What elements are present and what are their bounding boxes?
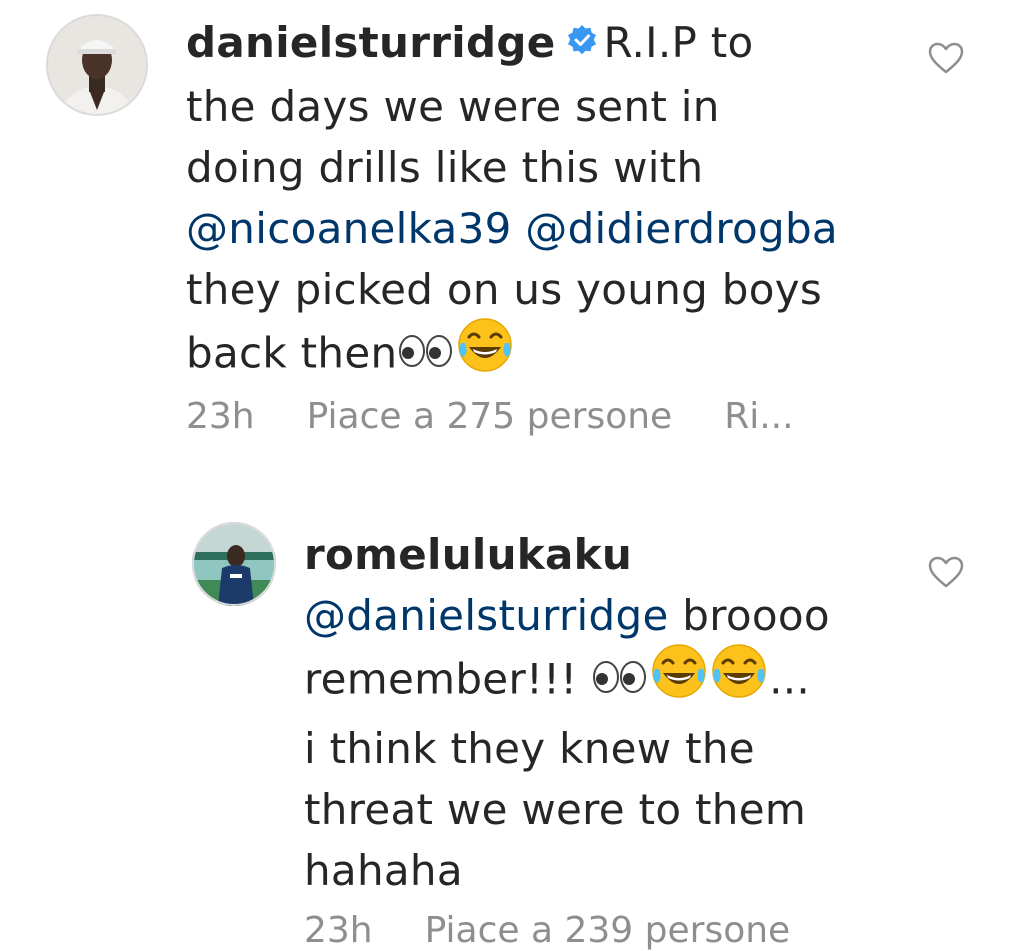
comment-time: 23h: [186, 396, 255, 437]
comment-danielsturridge: danielsturridge R.I.P to the days we were…: [0, 0, 1024, 470]
comment-line-5: they picked on us young boys: [186, 265, 823, 314]
username[interactable]: danielsturridge: [186, 18, 556, 67]
comment-text-segment: ...: [769, 654, 811, 704]
likes-count-link[interactable]: Piace a 275 persone: [307, 396, 673, 437]
eyes-emoji-icon: [397, 323, 455, 384]
comment-text-segment: broooo: [682, 591, 830, 640]
tears-of-joy-emoji-icon: [709, 643, 769, 715]
mention-link[interactable]: @didierdrogba: [525, 204, 838, 253]
comment-meta: 23h Piace a 239 persone: [304, 910, 842, 951]
comment-line-5: threat we were to them: [304, 785, 807, 834]
avatar[interactable]: [46, 14, 148, 116]
comment-line-4: i think they knew the: [304, 724, 755, 773]
verified-badge-icon: [566, 11, 598, 72]
comment-time: 23h: [304, 910, 373, 951]
comment-text: danielsturridge R.I.P to the days we were…: [186, 12, 886, 392]
comment-line-4: @nicoanelka39 @didierdrogba: [186, 198, 886, 259]
comment-line-2: @danielsturridge broooo: [304, 585, 904, 646]
comment-line-1: danielsturridge R.I.P to: [186, 12, 886, 76]
comment-meta: 23h Piace a 275 persone Ri...: [186, 396, 846, 437]
tears-of-joy-emoji-icon: [649, 643, 709, 715]
comment-line-6: back then: [186, 317, 886, 392]
mention-link[interactable]: @nicoanelka39: [186, 204, 512, 253]
comment-line-6: hahaha: [304, 846, 463, 895]
comment-line-2: the days we were sent in: [186, 82, 720, 131]
comment-line-3: remember!!! ...: [304, 643, 904, 718]
reply-button[interactable]: Ri...: [724, 396, 793, 437]
like-heart-icon[interactable]: [928, 556, 964, 592]
username[interactable]: romelulukaku: [304, 530, 632, 579]
like-heart-icon[interactable]: [928, 42, 964, 78]
comment-text-segment: remember!!!: [304, 654, 592, 704]
eyes-emoji-icon: [591, 649, 649, 710]
likes-count-link[interactable]: Piace a 239 persone: [425, 910, 791, 951]
avatar[interactable]: [192, 522, 276, 606]
mention-link[interactable]: @danielsturridge: [304, 591, 669, 640]
comment-line-1: romelulukaku: [304, 524, 904, 585]
comment-text-segment: R.I.P to: [603, 18, 754, 67]
comment-line-3: doing drills like this with: [186, 143, 704, 192]
comment-romelulukaku: romelulukaku @danielsturridge broooo rem…: [0, 510, 1024, 951]
tears-of-joy-emoji-icon: [455, 317, 515, 389]
comment-text: romelulukaku @danielsturridge broooo rem…: [304, 524, 904, 901]
comment-text-segment: back then: [186, 328, 398, 378]
